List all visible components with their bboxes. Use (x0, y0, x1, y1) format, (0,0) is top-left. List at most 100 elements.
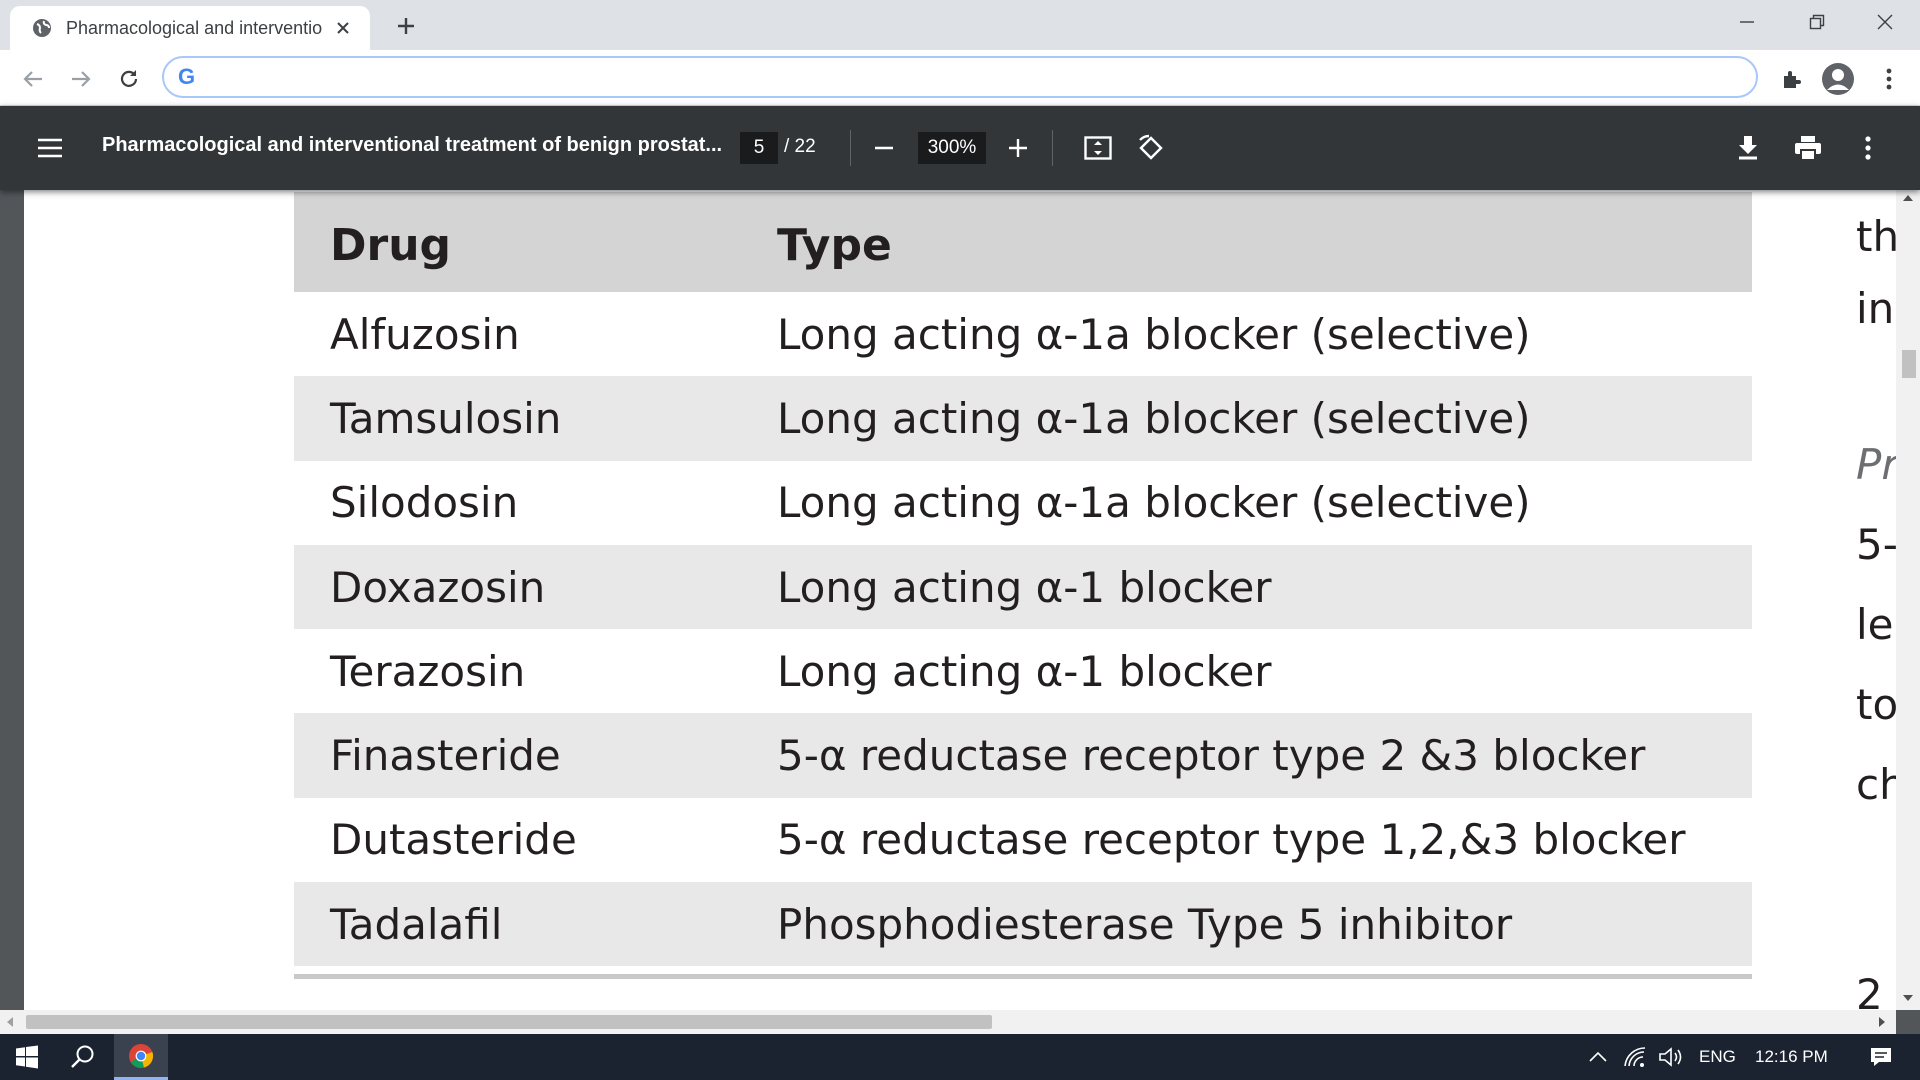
horizontal-scroll-thumb[interactable] (26, 1015, 992, 1029)
table-row: Tamsulosin Long acting α-1a blocker (sele… (294, 376, 1752, 461)
side-text: th (1856, 212, 1900, 261)
chevron-up-icon (1589, 1051, 1607, 1062)
divider (850, 130, 851, 166)
profile-icon (1822, 63, 1854, 95)
column-header-type: Type (777, 192, 1752, 292)
reload-button[interactable] (112, 62, 146, 96)
clock[interactable]: 12:16 PM (1755, 1047, 1828, 1067)
back-button[interactable] (16, 62, 50, 96)
table-bottom-rule (294, 974, 1752, 979)
hamburger-icon (38, 138, 62, 158)
minimize-icon (1740, 21, 1754, 23)
new-tab-button[interactable] (390, 10, 422, 42)
fit-to-page-icon (1084, 136, 1112, 160)
browser-tab[interactable]: Pharmacological and interventio (10, 6, 370, 50)
drug-cell: Doxazosin (294, 544, 777, 630)
table-row: Alfuzosin Long acting α-1a blocker (selec… (294, 292, 1752, 376)
wifi-icon (1624, 1047, 1646, 1067)
pdf-title: Pharmacological and interventional treat… (102, 134, 723, 156)
side-text: 5- (1856, 520, 1898, 569)
zoom-out-button[interactable] (866, 130, 902, 166)
zoom-level-input[interactable]: 300% (918, 132, 986, 164)
network-button[interactable] (1622, 1034, 1648, 1080)
drug-cell: Tadalafil (294, 882, 777, 967)
horizontal-scrollbar[interactable] (0, 1010, 1896, 1034)
extensions-button[interactable] (1774, 62, 1808, 96)
vertical-scroll-thumb[interactable] (1902, 350, 1916, 378)
page-total: / 22 (784, 136, 816, 157)
address-bar[interactable]: G (162, 56, 1758, 98)
pdf-more-button[interactable] (1850, 130, 1886, 166)
chrome-icon (129, 1043, 154, 1068)
show-hidden-icons-button[interactable] (1586, 1034, 1610, 1080)
type-cell: Long acting α-1a blocker (selective) (777, 309, 1531, 359)
drug-table: Drug Type Alfuzosin Long acting α-1a bloc… (294, 192, 1752, 967)
close-window-button[interactable] (1850, 0, 1920, 44)
side-text: 2 (1856, 970, 1883, 1010)
language-indicator[interactable]: ENG (1699, 1047, 1736, 1067)
windows-icon (16, 1045, 38, 1069)
drug-cell: Finasteride (294, 713, 777, 798)
back-arrow-icon (23, 71, 42, 87)
print-icon (1795, 136, 1821, 161)
table-row: Silodosin Long acting α-1a blocker (selec… (294, 461, 1752, 545)
rotate-button[interactable] (1133, 130, 1169, 166)
menu-dots-icon (1865, 136, 1871, 160)
print-button[interactable] (1790, 130, 1826, 166)
pdf-menu-button[interactable] (32, 130, 68, 166)
extensions-icon (1784, 71, 1801, 88)
address-input[interactable] (207, 62, 1756, 92)
table-row: Tadalafil Phosphodiesterase Type 5 inhibi… (294, 882, 1752, 967)
rotate-icon (1139, 134, 1163, 160)
pdf-viewer[interactable]: Drug Type Alfuzosin Long acting α-1a bloc… (0, 190, 1920, 1034)
type-cell: Long acting α-1a blocker (selective) (777, 376, 1752, 461)
search-button[interactable] (58, 1034, 108, 1080)
windows-taskbar: ENG 12:16 PM (0, 1034, 1920, 1080)
type-cell: Long acting α-1 blocker (777, 544, 1752, 630)
table-header-row: Drug Type (294, 192, 1752, 292)
side-text: in (1856, 284, 1895, 333)
chrome-taskbar-button[interactable] (114, 1034, 168, 1080)
table-row: Doxazosin Long acting α-1 blocker (294, 544, 1752, 630)
side-text: Pr (1856, 440, 1899, 489)
page-number-input[interactable]: 5 (740, 132, 778, 164)
scroll-right-icon (1879, 1017, 1885, 1027)
type-cell: Long acting α-1a blocker (selective) (777, 478, 1531, 528)
notification-icon (1871, 1048, 1891, 1066)
type-cell: Long acting α-1 blocker (777, 646, 1272, 696)
pdf-toolbar: Pharmacological and interventional treat… (0, 106, 1920, 190)
side-text: le (1856, 600, 1894, 649)
table-row: Terazosin Long acting α-1 blocker (294, 629, 1752, 713)
drug-cell: Silodosin (330, 478, 519, 528)
scroll-up-icon (1903, 195, 1913, 201)
start-button[interactable] (0, 1034, 54, 1080)
zoom-in-button[interactable] (1000, 130, 1036, 166)
close-icon[interactable] (330, 15, 356, 41)
volume-button[interactable] (1658, 1034, 1684, 1080)
reload-icon (120, 70, 138, 87)
download-button[interactable] (1730, 130, 1766, 166)
search-icon (71, 1045, 94, 1068)
minimize-button[interactable] (1712, 0, 1782, 44)
plus-icon (398, 18, 414, 34)
chrome-menu-button[interactable] (1872, 62, 1906, 96)
forward-arrow-icon (72, 71, 91, 87)
fit-page-button[interactable] (1080, 130, 1116, 166)
plus-icon (1009, 139, 1027, 157)
side-text: to (1856, 680, 1899, 729)
forward-button[interactable] (64, 62, 98, 96)
tab-title: Pharmacological and interventio (66, 17, 323, 38)
type-cell: Phosphodiesterase Type 5 inhibitor (777, 882, 1752, 967)
browser-toolbar: G (0, 50, 1920, 106)
download-icon (1739, 136, 1757, 160)
drug-cell: Dutasteride (330, 815, 577, 865)
vertical-scrollbar[interactable] (1896, 190, 1920, 1010)
google-icon: G (178, 64, 196, 89)
minus-icon (875, 146, 893, 150)
close-window-icon (1877, 14, 1893, 30)
type-cell: 5-α reductase receptor type 1,2,&3 block… (777, 815, 1686, 865)
profile-button[interactable] (1821, 62, 1855, 96)
restore-button[interactable] (1782, 0, 1852, 44)
notifications-button[interactable] (1856, 1034, 1906, 1080)
drug-cell: Tamsulosin (294, 376, 777, 461)
